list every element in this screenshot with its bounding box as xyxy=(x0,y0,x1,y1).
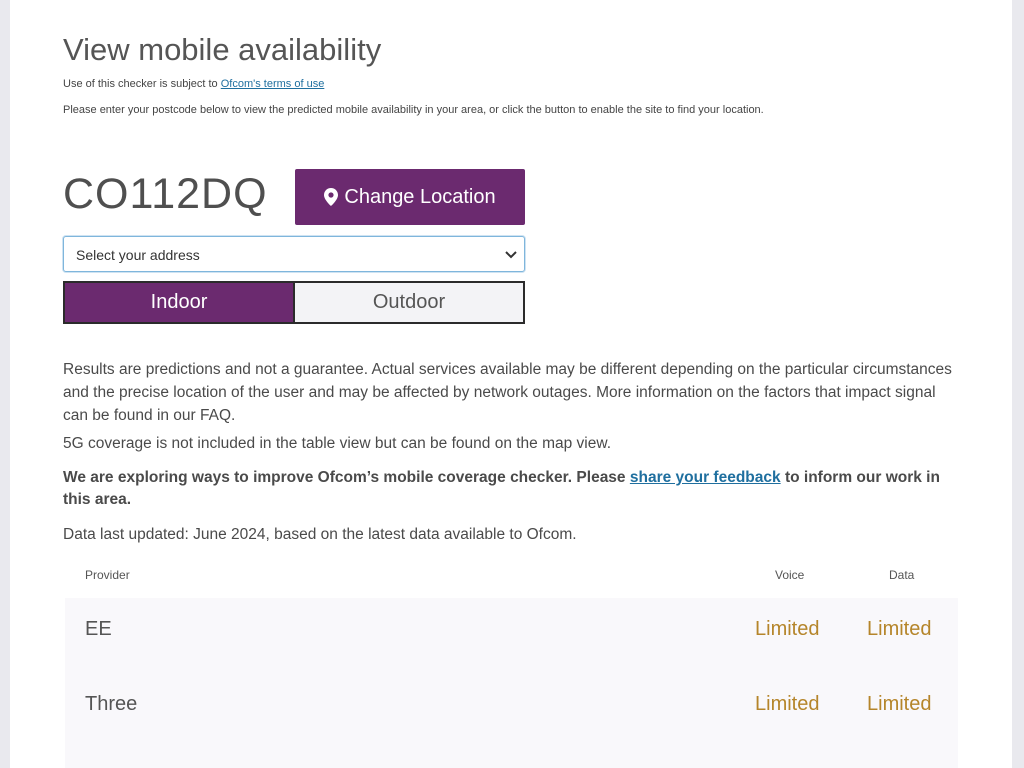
terms-notice: Use of this checker is subject to Ofcom'… xyxy=(63,78,324,90)
column-header-voice: Voice xyxy=(775,568,805,582)
outdoor-toggle-button[interactable]: Outdoor xyxy=(293,281,525,324)
intro-text: Please enter your postcode below to view… xyxy=(63,104,764,116)
terms-prefix: Use of this checker is subject to xyxy=(63,78,218,90)
column-header-provider: Provider xyxy=(85,568,130,582)
availability-table: EE Limited Limited Three Limited Limited xyxy=(65,598,958,768)
address-select[interactable]: Select your address xyxy=(63,236,525,272)
postcode-display: CO112DQ xyxy=(63,170,268,218)
feedback-link[interactable]: share your feedback xyxy=(630,469,781,486)
chevron-down-icon xyxy=(505,251,517,259)
feedback-notice: We are exploring ways to improve Ofcom’s… xyxy=(63,467,953,511)
page-title: View mobile availability xyxy=(63,32,382,67)
table-row: EE Limited Limited xyxy=(65,598,958,660)
provider-cell: Three xyxy=(85,693,138,715)
voice-cell: Limited xyxy=(755,618,820,640)
environment-toggle: Indoor Outdoor xyxy=(63,281,525,324)
address-select-value: Select your address xyxy=(76,247,200,263)
data-cell: Limited xyxy=(867,693,932,715)
change-location-button[interactable]: Change Location xyxy=(295,169,525,225)
column-header-data: Data xyxy=(889,568,915,582)
table-header: Provider Voice Data xyxy=(63,568,958,588)
change-location-label: Change Location xyxy=(344,185,496,208)
terms-link[interactable]: Ofcom's terms of use xyxy=(221,78,325,90)
data-cell: Limited xyxy=(867,618,932,640)
coverage-note: 5G coverage is not included in the table… xyxy=(63,435,612,452)
page: View mobile availability Use of this che… xyxy=(10,0,1012,768)
data-updated-text: Data last updated: June 2024, based on t… xyxy=(63,526,577,543)
disclaimer-text: Results are predictions and not a guaran… xyxy=(63,361,952,424)
indoor-toggle-button[interactable]: Indoor xyxy=(63,281,293,324)
map-marker-icon xyxy=(324,188,339,206)
feedback-prefix: We are exploring ways to improve Ofcom’s… xyxy=(63,469,626,486)
table-row: Three Limited Limited xyxy=(65,673,958,735)
voice-cell: Limited xyxy=(755,693,820,715)
provider-cell: EE xyxy=(85,618,112,640)
